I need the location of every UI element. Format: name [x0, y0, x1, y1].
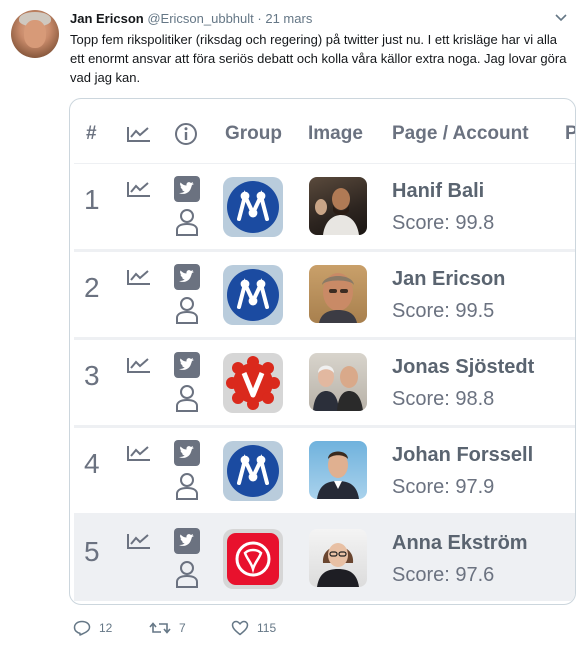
- tweet-date[interactable]: 21 mars: [265, 11, 312, 26]
- twitter-icon: [174, 176, 200, 202]
- vansterpartiet-logo: [223, 353, 283, 413]
- table-row: 3 Jonas Sjöstedt Score: 98.8: [74, 340, 575, 425]
- chevron-down-icon[interactable]: [554, 13, 568, 23]
- tweet: Jan Ericson @Ericson_ubbhult · 21 mars T…: [0, 0, 580, 648]
- account-score: Score: 97.6: [392, 564, 495, 586]
- table-row: 2 Jan Ericson Score: 99.5: [74, 252, 575, 337]
- retweet-button[interactable]: 7: [149, 620, 186, 636]
- person-photo: [309, 441, 367, 499]
- account-name[interactable]: Hanif Bali: [392, 180, 484, 203]
- heart-icon: [231, 620, 249, 636]
- author-name[interactable]: Jan Ericson: [70, 11, 144, 26]
- row-rank: 5: [84, 536, 100, 567]
- account-name[interactable]: Jan Ericson: [392, 268, 505, 291]
- account-score: Score: 99.8: [392, 212, 495, 234]
- row-rank: 2: [84, 272, 100, 303]
- trend-icon: [127, 182, 150, 197]
- user-icon: [176, 297, 198, 324]
- account-name[interactable]: Johan Forssell: [392, 444, 533, 467]
- like-button[interactable]: 115: [231, 620, 276, 636]
- user-icon: [176, 561, 198, 588]
- tweet-text: Topp fem rikspolitiker (riksdag och rege…: [70, 32, 567, 85]
- socialdemokraterna-logo: [223, 529, 283, 589]
- user-icon: [176, 385, 198, 412]
- info-icon: [175, 123, 197, 145]
- table-row: 5 Anna Ekström Score: 97.6: [74, 516, 575, 601]
- moderaterna-logo: [223, 441, 283, 501]
- account-score: Score: 98.8: [392, 388, 495, 410]
- row-rank: 1: [84, 184, 100, 215]
- tweet-header: Jan Ericson @Ericson_ubbhult · 21 mars: [70, 11, 312, 26]
- twitter-icon: [174, 440, 200, 466]
- trend-icon: [127, 127, 150, 142]
- separator: ·: [257, 11, 262, 26]
- trend-icon: [127, 358, 150, 373]
- header-rank: #: [86, 123, 97, 144]
- retweet-count: 7: [179, 621, 186, 635]
- account-score: Score: 99.5: [392, 300, 495, 322]
- twitter-icon: [174, 528, 200, 554]
- header-truncated: P: [565, 123, 575, 145]
- person-photo: [309, 529, 367, 587]
- ranking-table: # Group Image Page / Account P 1: [74, 107, 575, 601]
- author-avatar[interactable]: [11, 10, 59, 58]
- table-row: 1 Hanif Bali Score: 99.8: [74, 164, 575, 249]
- retweet-icon: [149, 622, 171, 634]
- header-image: Image: [308, 123, 363, 144]
- table-header: # Group Image Page / Account P: [74, 107, 575, 163]
- row-rank: 3: [84, 360, 100, 391]
- person-photo: [309, 265, 367, 323]
- media-card[interactable]: # Group Image Page / Account P 1: [69, 98, 576, 605]
- like-count: 115: [257, 621, 277, 635]
- account-score: Score: 97.9: [392, 476, 495, 498]
- header-page-account: Page / Account: [392, 123, 529, 144]
- reply-button[interactable]: 12: [73, 620, 112, 636]
- moderaterna-logo: [223, 265, 283, 325]
- account-name[interactable]: Anna Ekström: [392, 532, 528, 555]
- reply-count: 12: [99, 621, 113, 635]
- twitter-icon: [174, 352, 200, 378]
- twitter-icon: [174, 264, 200, 290]
- trend-icon: [127, 534, 150, 549]
- row-rank: 4: [84, 448, 100, 479]
- table-row: 4 Johan Forssell Score: 97.9: [74, 428, 575, 513]
- user-icon: [176, 209, 198, 236]
- reply-icon: [73, 620, 91, 636]
- author-handle[interactable]: @Ericson_ubbhult: [147, 11, 253, 26]
- person-photo: [309, 177, 367, 235]
- person-photo: [309, 353, 367, 411]
- account-name[interactable]: Jonas Sjöstedt: [392, 356, 534, 379]
- trend-icon: [127, 270, 150, 285]
- trend-icon: [127, 446, 150, 461]
- moderaterna-logo: [223, 177, 283, 237]
- user-icon: [176, 473, 198, 500]
- header-group: Group: [225, 123, 282, 144]
